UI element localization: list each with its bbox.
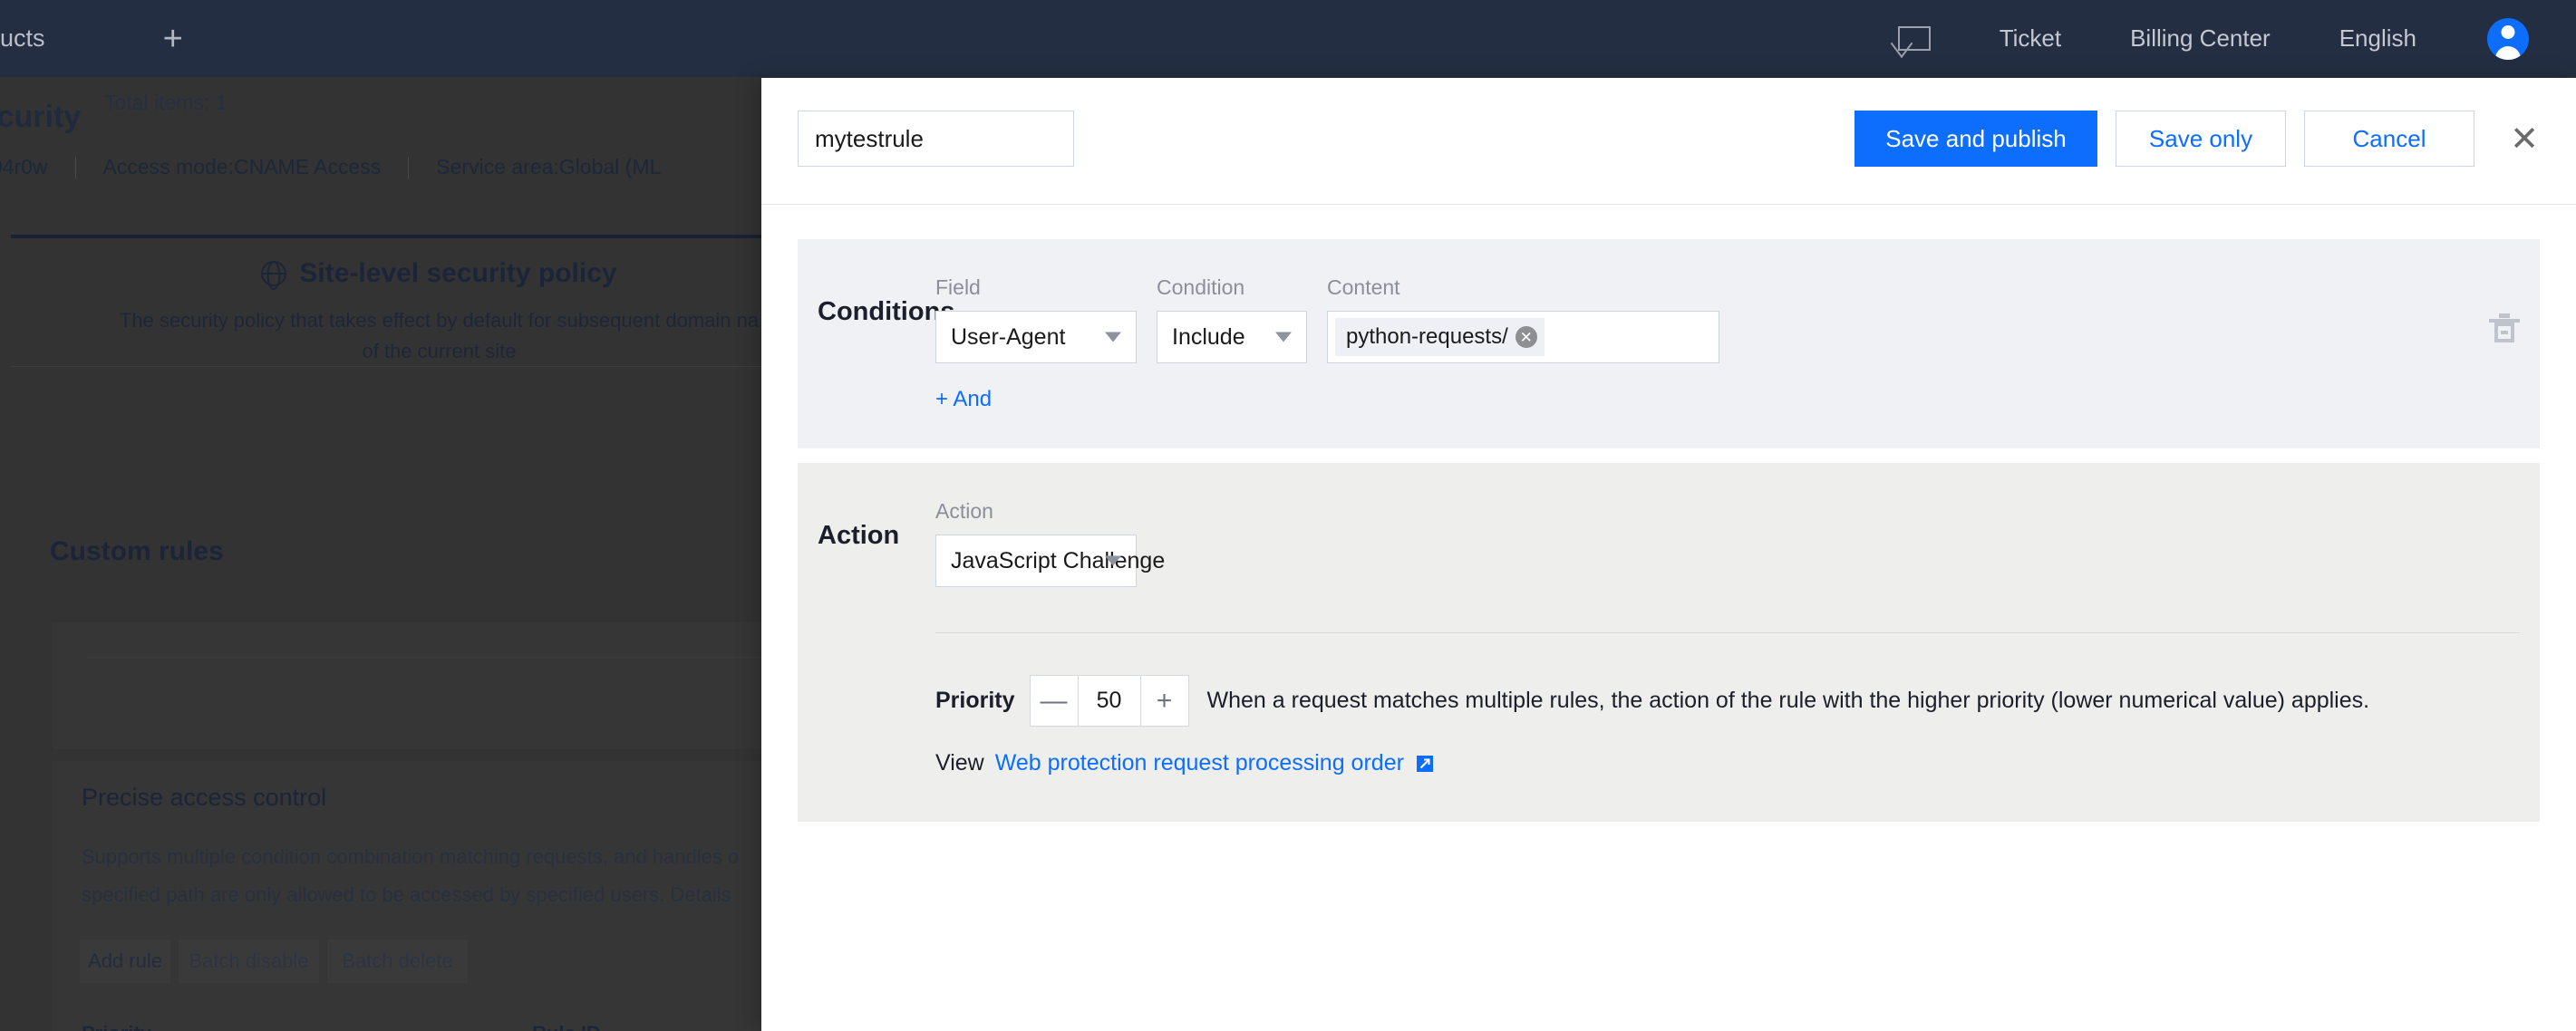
content-tag-label: python-requests/ [1346, 324, 1508, 349]
priority-value[interactable]: 50 [1077, 676, 1141, 726]
rules-table-header: Priority Rule ID [82, 1022, 601, 1031]
web-protection-order-link[interactable]: Web protection request processing order [995, 750, 1404, 776]
precise-access-control-title: Precise access control [82, 784, 327, 811]
topnav-right-group: Ticket Billing Center English [1897, 17, 2576, 60]
batch-delete-button[interactable]: Batch delete [327, 939, 468, 983]
action-row: Action Action JavaScript Challenge [798, 499, 2540, 587]
condition-field-value: User-Agent [951, 323, 1066, 350]
save-only-button[interactable]: Save only [2116, 111, 2286, 167]
plus-icon[interactable]: + [163, 22, 183, 56]
precise-access-control-toolbar: Add rule Batch disable Batch delete [80, 939, 468, 983]
action-panel: Action Action JavaScript Challenge Prior… [798, 463, 2540, 822]
meta-separator [408, 156, 410, 178]
condition-operator-select[interactable]: Include [1157, 311, 1307, 363]
content-tag: python-requests/ ✕ [1335, 318, 1545, 356]
delete-condition-icon[interactable] [2489, 313, 2520, 344]
condition-content-input[interactable]: python-requests/ ✕ [1327, 311, 1719, 363]
meta-separator [74, 156, 76, 178]
rule-name-input[interactable] [798, 111, 1074, 167]
conditions-fields: Field User-Agent Condition Include Conte… [935, 275, 2489, 363]
view-label: View [935, 750, 984, 776]
action-field-label: Action [935, 499, 993, 523]
nav-billing-center-link[interactable]: Billing Center [2096, 24, 2305, 53]
action-section-divider [935, 632, 2520, 633]
table-header-rule-id: Rule ID [532, 1022, 601, 1031]
screen-root: oducts + Ticket Billing Center English S… [0, 0, 2576, 1031]
edit-rule-drawer: Save and publish Save only Cancel ✕ Cond… [761, 78, 2576, 1031]
action-section-label: Action [818, 521, 900, 550]
priority-increment-button[interactable]: + [1141, 676, 1188, 726]
table-header-priority: Priority [82, 1022, 151, 1031]
add-and-condition-button[interactable]: + And [935, 387, 992, 412]
meta-access-mode: Access mode:CNAME Access [102, 155, 382, 178]
condition-field-select[interactable]: User-Agent [935, 311, 1137, 363]
tag-remove-icon[interactable]: ✕ [1515, 326, 1537, 348]
user-avatar-icon[interactable] [2487, 17, 2529, 60]
condition-operator-value: Include [1172, 323, 1245, 350]
mail-icon[interactable] [1897, 26, 1931, 51]
total-items-label: Total items: 1 [104, 91, 228, 114]
external-link-icon [1415, 754, 1435, 774]
action-select[interactable]: JavaScript Challenge [935, 535, 1165, 587]
content-column: Content python-requests/ ✕ [1327, 275, 1719, 363]
drawer-header-actions: Save and publish Save only Cancel ✕ [1855, 111, 2543, 167]
priority-decrement-button[interactable]: — [1031, 676, 1078, 726]
chevron-down-icon [1105, 555, 1121, 566]
action-fields: Action JavaScript Challenge [935, 499, 2540, 587]
action-select-value: JavaScript Challenge [951, 547, 1166, 573]
drawer-header: Save and publish Save only Cancel ✕ [761, 78, 2576, 205]
priority-row: Priority — 50 + When a request matches m… [935, 675, 2540, 727]
meta-site-id: p68s04r0w [0, 155, 48, 178]
custom-rules-heading: Custom rules [50, 536, 224, 566]
view-processing-order-row: View Web protection request processing o… [935, 750, 2540, 776]
condition-column: Condition Include [1157, 275, 1307, 363]
batch-disable-button[interactable]: Batch disable [179, 939, 319, 983]
globe-icon [261, 261, 287, 286]
drawer-body: Conditions Field User-Agent Condition In… [761, 205, 2576, 822]
top-navigation-bar: oducts + Ticket Billing Center English [0, 0, 2576, 77]
close-icon[interactable]: ✕ [2505, 111, 2543, 167]
site-policy-title-row: Site-level security policy [61, 258, 818, 289]
topnav-left-group: oducts + [0, 22, 183, 56]
priority-stepper: — 50 + [1029, 675, 1189, 727]
nav-ticket-link[interactable]: Ticket [1965, 24, 2096, 53]
nav-language-selector[interactable]: English [2305, 24, 2451, 53]
chevron-down-icon [1275, 332, 1292, 342]
add-rule-button[interactable]: Add rule [80, 939, 170, 983]
conditions-panel: Conditions Field User-Agent Condition In… [798, 239, 2540, 448]
chevron-down-icon [1105, 332, 1121, 342]
priority-label: Priority [935, 688, 1015, 713]
nav-products-link[interactable]: oducts [0, 24, 45, 53]
field-label: Field [935, 275, 981, 299]
save-and-publish-button[interactable]: Save and publish [1855, 111, 2097, 167]
action-column: Action JavaScript Challenge [935, 499, 1165, 587]
condition-label: Condition [1157, 275, 1245, 299]
conditions-row: Conditions Field User-Agent Condition In… [798, 275, 2540, 363]
site-level-security-policy-card: Site-level security policy The security … [11, 258, 818, 367]
content-label: Content [1327, 275, 1400, 299]
conditions-section-label: Conditions [818, 297, 955, 326]
site-policy-title: Site-level security policy [299, 258, 617, 288]
meta-service-area: Service area:Global (ML [436, 155, 662, 178]
site-policy-description: The security policy that takes effect by… [119, 309, 760, 363]
cancel-button[interactable]: Cancel [2304, 111, 2474, 167]
field-column: Field User-Agent [935, 275, 1137, 363]
priority-hint-text: When a request matches multiple rules, t… [1206, 688, 2370, 713]
